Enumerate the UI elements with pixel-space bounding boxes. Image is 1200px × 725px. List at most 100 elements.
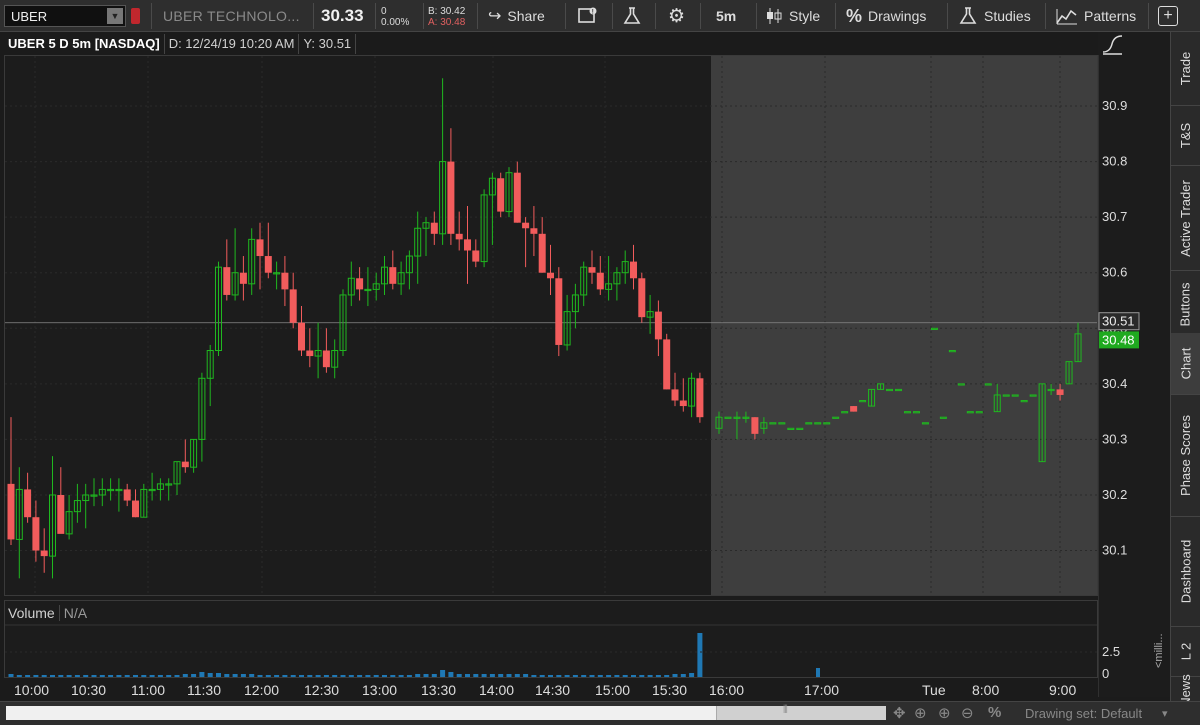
volume-panel[interactable]	[4, 600, 1098, 678]
volume-bar	[365, 675, 371, 677]
tab-label: Trade	[1178, 51, 1194, 86]
regular-candle	[347, 261, 355, 307]
regular-candle	[239, 256, 247, 301]
price-axis[interactable]: 30.930.830.730.630.530.430.330.230.130.5…	[1097, 32, 1170, 697]
last-price: 30.33	[321, 6, 364, 25]
patterns-button[interactable]: Patterns	[1056, 0, 1136, 32]
regular-candle	[505, 167, 513, 218]
tab-label: L 2	[1178, 642, 1193, 661]
tab-chart[interactable]: Chart	[1171, 333, 1200, 395]
candle-body	[256, 239, 264, 257]
candle-body	[638, 278, 646, 318]
symbol-value: UBER	[11, 8, 48, 24]
symbol-input[interactable]: UBER ▼	[4, 5, 126, 27]
regular-candle	[547, 244, 554, 295]
volume-bar	[265, 675, 271, 677]
price-chart[interactable]	[5, 56, 1097, 595]
time-axis[interactable]: 10:00 10:30 11:00 11:30 12:00 12:30 13:00 13:30…	[4, 679, 1098, 701]
tab-phase-scores[interactable]: Phase Scores	[1171, 395, 1200, 517]
regular-candle	[15, 467, 23, 579]
symbol-dropdown-icon[interactable]: ▼	[107, 8, 123, 24]
regular-candle	[206, 344, 214, 407]
price-axis-svg: 30.930.830.730.630.530.430.330.230.130.5…	[1097, 35, 1165, 697]
crosshair-icon[interactable]: ⊕	[914, 704, 927, 722]
tab-label: Active Trader	[1178, 179, 1193, 257]
zoom-out-icon[interactable]: ⊖	[961, 704, 974, 722]
studies-button[interactable]: Studies	[958, 0, 1031, 32]
regular-candle	[49, 456, 56, 579]
candle-body	[1056, 389, 1064, 395]
regular-candle	[273, 261, 281, 290]
volume-bar	[697, 633, 703, 677]
volume-tick-label: 2.5	[1102, 644, 1120, 659]
share-button[interactable]: ↪ Share	[488, 0, 545, 32]
regular-candle	[24, 472, 32, 523]
drawing-set-label[interactable]: Drawing set: Default	[1025, 706, 1142, 721]
volume-bar	[689, 673, 695, 677]
regular-candle	[430, 211, 438, 245]
time-tick-label: 8:00	[972, 682, 999, 698]
tab-l-2[interactable]: L 2	[1171, 627, 1200, 677]
candle-body	[513, 172, 521, 223]
regular-candle	[331, 339, 339, 379]
plus-icon: +	[1158, 6, 1178, 26]
regular-candle	[73, 483, 81, 523]
volume-bar	[506, 674, 512, 677]
candle-body	[389, 267, 397, 284]
candle-body	[24, 489, 32, 518]
regular-candle	[530, 206, 538, 257]
regular-candle	[464, 206, 471, 284]
volume-bar	[489, 674, 495, 677]
tab-t-s[interactable]: T&S	[1171, 106, 1200, 166]
time-tick-label: 16:00	[709, 682, 744, 698]
add-button[interactable]: +	[1158, 0, 1178, 32]
style-button[interactable]: Style	[765, 0, 820, 32]
candle-body	[696, 378, 704, 418]
regular-candle	[90, 478, 98, 507]
dropdown-arrow-icon[interactable]: ▾	[1162, 707, 1168, 720]
volume-bar	[473, 674, 479, 677]
regular-candle	[688, 372, 696, 418]
volume-bar	[282, 675, 288, 677]
regular-candle	[522, 217, 530, 268]
volume-bar	[456, 674, 462, 677]
volume-bar	[141, 675, 147, 677]
volume-bar	[124, 675, 130, 677]
price-tick-label: 30.7	[1102, 209, 1127, 224]
regular-candle	[555, 267, 563, 357]
percent-scale-icon[interactable]: %	[988, 704, 1001, 721]
scrollbar-thumb[interactable]: ⦀	[716, 704, 886, 720]
alert-flag-icon[interactable]	[131, 8, 140, 24]
candle-body	[322, 350, 330, 368]
volume-bar	[348, 675, 354, 677]
volume-bar	[257, 675, 263, 677]
tab-active-trader[interactable]: Active Trader	[1171, 166, 1200, 271]
zoom-in-icon[interactable]: ⊕	[938, 704, 951, 722]
tab-news[interactable]: News	[1171, 674, 1200, 706]
volume-chart[interactable]	[5, 601, 1097, 677]
regular-candle	[488, 172, 496, 245]
regular-candle	[32, 500, 40, 562]
regular-candle	[422, 217, 430, 257]
tab-buttons[interactable]: Buttons	[1171, 271, 1200, 339]
chart-title[interactable]: UBER 5 D 5m [NASDAQ]	[4, 34, 165, 54]
tab-dashboard[interactable]: Dashboard	[1171, 517, 1200, 627]
volume-bar	[8, 674, 14, 677]
time-tick-label: 15:30	[652, 682, 687, 698]
aggregation-button[interactable]: 5m	[716, 0, 736, 32]
settings-button[interactable]: ⚙	[668, 0, 691, 32]
price-chart-panel[interactable]	[4, 55, 1098, 596]
time-tick-label: 17:00	[804, 682, 839, 698]
right-sidebar-tabs: Trade T&S Active Trader Buttons Chart Phase S…	[1170, 32, 1200, 706]
regular-candle	[264, 222, 272, 279]
drawings-button[interactable]: % Drawings	[846, 0, 926, 32]
alerts-button[interactable]: !	[578, 0, 598, 32]
flask-button[interactable]	[622, 0, 642, 32]
tab-trade[interactable]: Trade	[1171, 32, 1200, 106]
regular-candle	[372, 272, 380, 301]
company-name: UBER TECHNOLO...	[163, 8, 300, 24]
volume-bar	[373, 675, 379, 677]
regular-candle	[289, 272, 297, 329]
pan-icon[interactable]: ✥	[893, 704, 906, 722]
candle-body	[630, 261, 637, 279]
